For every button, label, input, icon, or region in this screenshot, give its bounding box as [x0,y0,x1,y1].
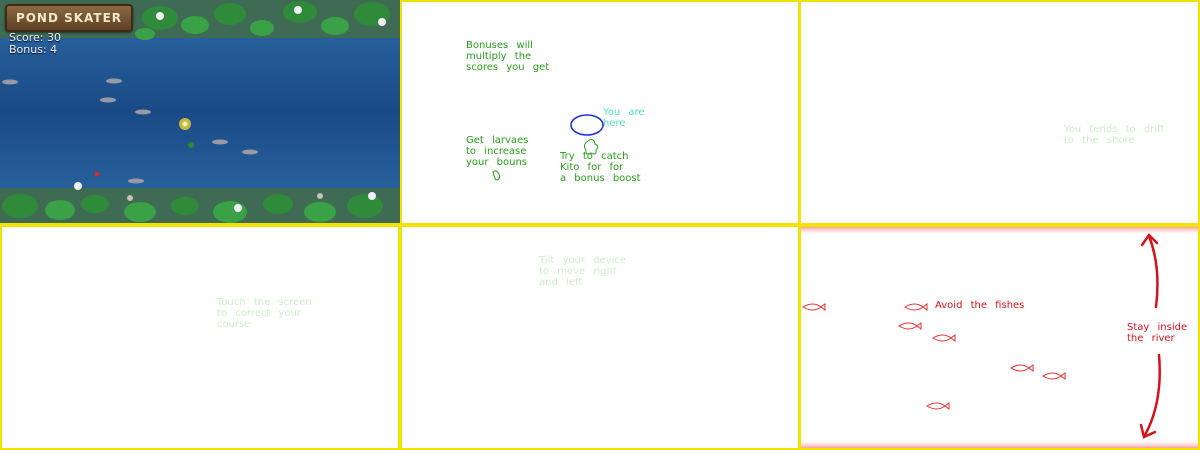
game-view[interactable]: POND SKATER Score: 30 Bonus: 4 [0,0,400,223]
player-marker-ellipse [570,114,604,136]
top-danger-edge [801,227,1198,236]
tilt-hint: Tilt your device to move right and left [539,255,626,288]
kito-icon [583,139,599,155]
larva-icon [492,170,501,181]
bottom-shore [0,182,400,223]
bonus-display: Bonus: 4 [9,44,57,56]
tutorial-marks [492,114,604,181]
player-skater [179,118,191,130]
avoid-fishes-hint: Avoid the fishes [935,300,1025,311]
stay-inside-hint: Stay inside the river [1127,322,1188,344]
game-logo-text: POND SKATER [15,11,123,25]
tutorial-avoid-panel: Avoid the fishes Stay inside the river [801,227,1198,448]
bonus-label: Bonus: [9,43,47,56]
bonus-value: 4 [50,43,58,56]
touch-hint: Touch the screen to correct your course [217,297,312,330]
tutorial-drift-panel: You tends to drift to the shore [801,2,1198,223]
tutorial-tilt-panel: Tilt your device to move right and left [402,227,798,448]
bottom-danger-edge [801,439,1198,448]
game-logo: POND SKATER [5,4,133,32]
tutorial-touch-panel: Touch the screen to correct your course [2,227,398,448]
tutorial-bonus-panel: Bonuses will multiply the scores you get… [402,2,798,223]
drift-hint: You tends to drift to the shore [1064,124,1165,146]
larva [188,142,194,148]
fish-outlines [802,303,1066,410]
